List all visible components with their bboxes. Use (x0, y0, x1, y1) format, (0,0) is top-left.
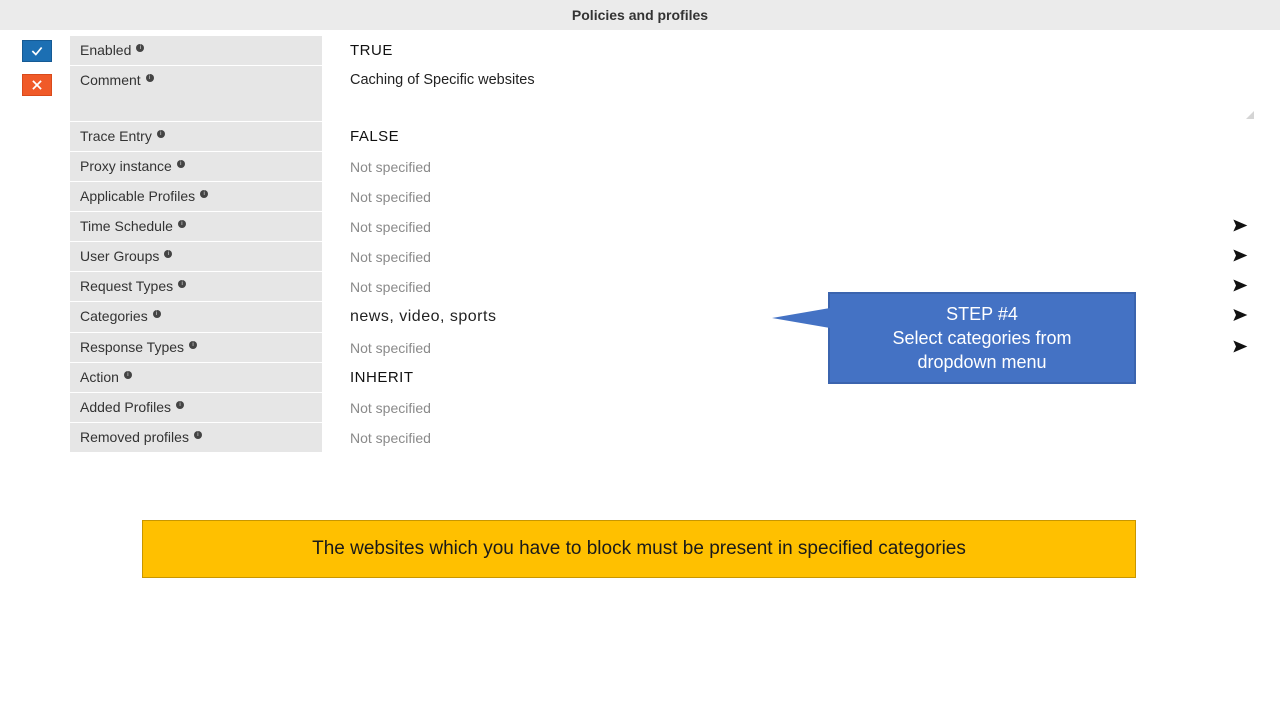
label-user-groups: User Groupsi (70, 242, 322, 271)
info-icon[interactable]: i (157, 130, 165, 138)
callout-arrow-icon (772, 308, 830, 328)
callout-line1: STEP #4 (946, 302, 1018, 326)
policy-form: Enabledi TRUE Commenti Caching of Specif… (70, 30, 1280, 453)
row-user-groups: User Groupsi Not specified (70, 242, 1260, 272)
resize-handle-icon[interactable] (1244, 109, 1254, 119)
info-icon[interactable]: i (200, 190, 208, 198)
info-icon[interactable]: i (153, 310, 161, 318)
row-enabled: Enabledi TRUE (70, 36, 1260, 66)
navigate-icon[interactable] (1232, 277, 1248, 296)
info-icon[interactable]: i (124, 371, 132, 379)
side-action-bar (0, 30, 70, 453)
row-proxy-instance: Proxy instancei Not specified (70, 152, 1260, 182)
callout-line3: dropdown menu (917, 350, 1046, 374)
info-icon[interactable]: i (136, 44, 144, 52)
value-proxy-instance[interactable]: Not specified (322, 152, 1260, 181)
page-title: Policies and profiles (572, 7, 708, 23)
value-applicable-profiles[interactable]: Not specified (322, 182, 1260, 211)
row-applicable-profiles: Applicable Profilesi Not specified (70, 182, 1260, 212)
value-comment[interactable]: Caching of Specific websites (322, 66, 1260, 121)
callout-line2: Select categories from (892, 326, 1071, 350)
label-time-schedule: Time Schedulei (70, 212, 322, 241)
label-comment: Commenti (70, 66, 322, 121)
info-icon[interactable]: i (176, 401, 184, 409)
save-button[interactable] (22, 40, 52, 62)
row-added-profiles: Added Profilesi Not specified (70, 393, 1260, 423)
row-removed-profiles: Removed profilesi Not specified (70, 423, 1260, 453)
value-removed-profiles[interactable]: Not specified (322, 423, 1260, 452)
value-time-schedule[interactable]: Not specified (322, 212, 1260, 241)
label-removed-profiles: Removed profilesi (70, 423, 322, 452)
row-trace-entry: Trace Entryi FALSE (70, 122, 1260, 152)
note-banner: The websites which you have to block mus… (142, 520, 1136, 578)
navigate-icon[interactable] (1232, 247, 1248, 266)
info-icon[interactable]: i (146, 74, 154, 82)
step-callout: STEP #4 Select categories from dropdown … (828, 292, 1136, 384)
row-comment: Commenti Caching of Specific websites (70, 66, 1260, 122)
navigate-icon[interactable] (1232, 338, 1248, 357)
info-icon[interactable]: i (178, 220, 186, 228)
value-added-profiles[interactable]: Not specified (322, 393, 1260, 422)
info-icon[interactable]: i (189, 341, 197, 349)
label-trace-entry: Trace Entryi (70, 122, 322, 151)
value-user-groups[interactable]: Not specified (322, 242, 1260, 271)
page-title-bar: Policies and profiles (0, 0, 1280, 30)
cancel-button[interactable] (22, 74, 52, 96)
info-icon[interactable]: i (194, 431, 202, 439)
info-icon[interactable]: i (164, 250, 172, 258)
label-request-types: Request Typesi (70, 272, 322, 301)
label-categories: Categoriesi (70, 302, 322, 332)
note-text: The websites which you have to block mus… (312, 538, 966, 560)
navigate-icon[interactable] (1232, 307, 1248, 327)
label-added-profiles: Added Profilesi (70, 393, 322, 422)
info-icon[interactable]: i (178, 280, 186, 288)
info-icon[interactable]: i (177, 160, 185, 168)
value-enabled[interactable]: TRUE (322, 36, 1260, 65)
label-action: Actioni (70, 363, 322, 392)
row-time-schedule: Time Schedulei Not specified (70, 212, 1260, 242)
label-enabled: Enabledi (70, 36, 322, 65)
value-trace-entry[interactable]: FALSE (322, 122, 1260, 151)
label-proxy-instance: Proxy instancei (70, 152, 322, 181)
label-applicable-profiles: Applicable Profilesi (70, 182, 322, 211)
navigate-icon[interactable] (1232, 217, 1248, 236)
label-response-types: Response Typesi (70, 333, 322, 362)
